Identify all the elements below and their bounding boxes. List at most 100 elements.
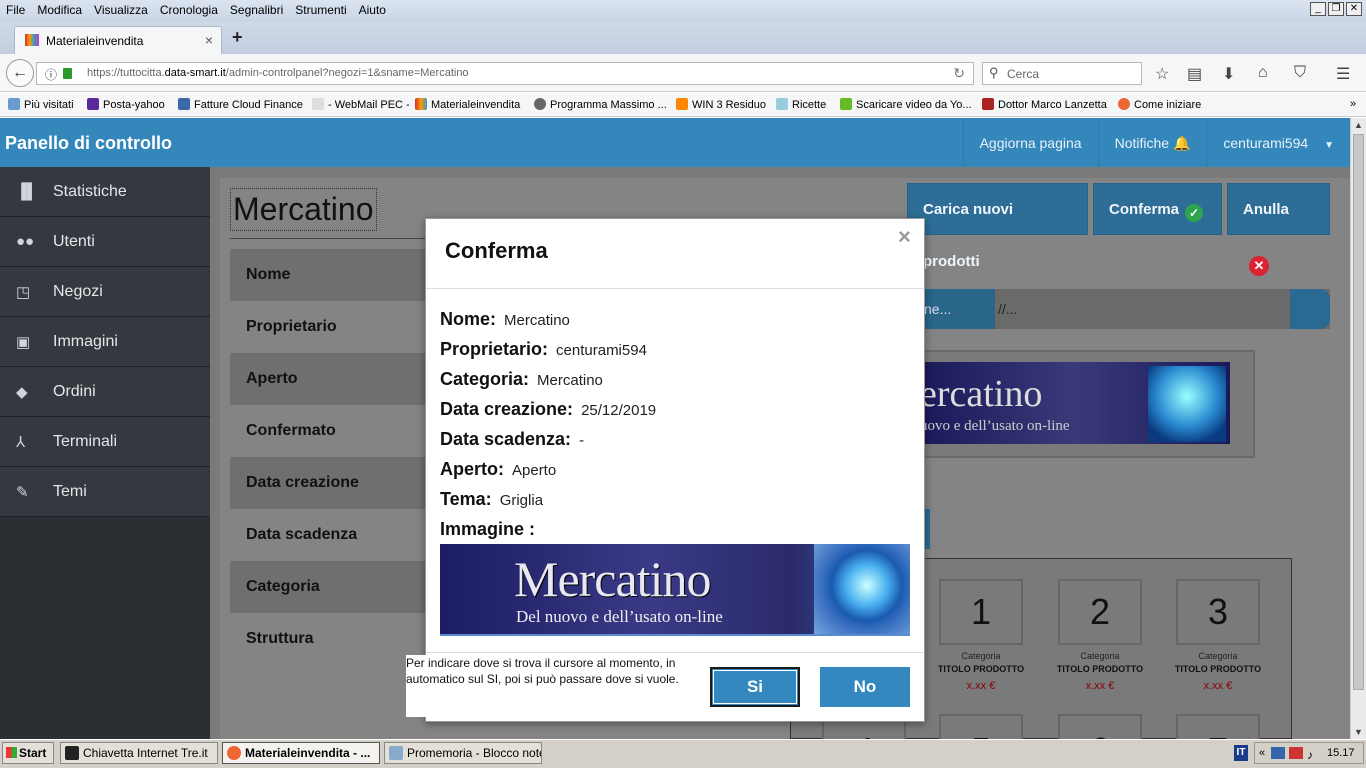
language-indicator[interactable]: IT [1234, 745, 1248, 761]
bell-icon: 🔔 [1172, 135, 1191, 151]
menu-segnalibri[interactable]: Segnalibri [224, 0, 289, 17]
download-icon[interactable]: ⬇ [1222, 64, 1235, 84]
menu-aiuto[interactable]: Aiuto [353, 0, 392, 17]
bookmark-star-icon[interactable]: ☆ [1155, 64, 1169, 84]
grid-price: x.xx € [966, 680, 996, 692]
globe-hand-icon [814, 544, 910, 634]
url-bar[interactable]: ⓘ https://tuttocitta.data-smart.it/admin… [36, 62, 974, 85]
restore-icon[interactable]: ❐ [1328, 2, 1344, 16]
taskbar-item[interactable]: Chiavetta Internet Tre.it [60, 742, 218, 764]
sidebar-item-temi[interactable]: ✎ Temi [0, 467, 210, 517]
cancel-button[interactable]: Anulla ✕ [1227, 183, 1330, 276]
field-label: Aperto [230, 353, 430, 405]
user-menu[interactable]: centurami594 ▼ [1206, 118, 1350, 167]
users-icon: ●● [16, 233, 35, 250]
sidebar-item-immagini[interactable]: ▣ Immagini [0, 317, 210, 367]
notifications-label: Notifiche [1114, 135, 1170, 151]
sidebar-item-label: Terminali [53, 433, 118, 450]
notepad-icon [389, 746, 403, 760]
menu-cronologia[interactable]: Cronologia [154, 0, 224, 17]
menu-strumenti[interactable]: Strumenti [289, 0, 352, 17]
volume-icon[interactable]: ♪ [1307, 745, 1313, 765]
new-tab-button[interactable]: + [232, 27, 243, 48]
grid-price: x.xx € [1085, 680, 1115, 692]
bookmark-item[interactable]: Fatture Cloud Finance [178, 98, 303, 111]
no-button[interactable]: No [820, 667, 910, 707]
modal-row-data-creazione: Data creazione: 25/12/2019 [440, 399, 657, 419]
tre-app-icon [65, 746, 79, 760]
menu-file[interactable]: File [0, 0, 31, 17]
field-label: Categoria [230, 561, 430, 613]
sidebar-item-label: Negozi [53, 283, 103, 300]
sidebar: ▐▌ Statistiche ●● Utenti ◳ Negozi ▣ Immagini… [0, 167, 210, 739]
bookmark-item[interactable]: Dottor Marco Lanzetta [982, 98, 1107, 111]
sidebar-item-statistiche[interactable]: ▐▌ Statistiche [0, 167, 210, 217]
grid-category: Categoria [961, 651, 1001, 661]
tab-close-icon[interactable]: × [205, 32, 213, 48]
home-icon[interactable]: ⌂ [1258, 64, 1268, 82]
modal-divider [426, 652, 924, 653]
bookmark-item[interactable]: Materialeinvendita [415, 98, 520, 111]
sidebar-item-negozi[interactable]: ◳ Negozi [0, 267, 210, 317]
grid-cell: 1 [939, 579, 1023, 645]
minimize-icon[interactable]: _ [1310, 2, 1326, 16]
bookmark-item[interactable]: - WebMail PEC - [312, 98, 410, 111]
taskbar-item-active[interactable]: Materialeinvendita - ... [222, 742, 380, 764]
vertical-scrollbar[interactable]: ▲ ▼ [1350, 118, 1366, 739]
yes-button[interactable]: Si [710, 667, 800, 707]
search-input[interactable]: ⚲ Cerca [982, 62, 1142, 85]
bookmark-item[interactable]: Programma Massimo ... [534, 98, 667, 111]
network-icon[interactable] [1271, 747, 1285, 759]
bookmark-item[interactable]: Più visitati [8, 98, 74, 111]
scroll-thumb[interactable] [1353, 134, 1364, 690]
bookmark-item[interactable]: Posta-yahoo [87, 98, 165, 111]
path-button[interactable] [1290, 289, 1330, 329]
browser-tab[interactable]: Materialeinvendita × [14, 26, 222, 54]
reading-list-icon[interactable]: ▤ [1187, 64, 1202, 84]
bookmark-item[interactable]: Come iniziare [1118, 98, 1201, 111]
bookmark-item[interactable]: Scaricare video da Yo... [840, 98, 972, 111]
start-button[interactable]: Start [2, 742, 54, 764]
menu-modifica[interactable]: Modifica [31, 0, 88, 17]
menu-visualizza[interactable]: Visualizza [88, 0, 154, 17]
path-segment[interactable]: ne... [920, 289, 995, 329]
upload-products-button[interactable]: Carica nuovi prodotti [907, 183, 1088, 270]
close-icon[interactable]: × [898, 224, 911, 250]
taskbar-item[interactable]: Promemoria - Blocco note [384, 742, 542, 764]
scroll-down-icon[interactable]: ▼ [1354, 727, 1363, 737]
clock[interactable]: 15.17 [1327, 743, 1355, 763]
back-arrow-icon[interactable]: ← [6, 59, 34, 87]
bar-chart-icon: ▐▌ [16, 183, 38, 200]
reload-icon[interactable]: ↻ [953, 65, 965, 82]
confirm-button[interactable]: Conferma ✓ [1093, 183, 1222, 235]
pocket-icon[interactable]: ⛉ [1294, 64, 1306, 82]
lock-icon [63, 68, 72, 79]
caret-down-icon: ▼ [1324, 140, 1334, 151]
sidebar-item-utenti[interactable]: ●● Utenti [0, 217, 210, 267]
tre-tray-icon[interactable] [1289, 747, 1303, 759]
field-label: Data scadenza [246, 526, 358, 543]
bookmark-item[interactable]: Ricette [776, 98, 826, 111]
sidebar-item-ordini[interactable]: ◆ Ordini [0, 367, 210, 417]
header-actions: Aggiorna pagina Notifiche 🔔 centurami594… [962, 118, 1350, 167]
refresh-page-link[interactable]: Aggiorna pagina [962, 118, 1098, 167]
close-window-icon[interactable]: ✕ [1346, 2, 1362, 16]
window-controls: _ ❐ ✕ [1310, 2, 1362, 16]
tray-expand-icon[interactable]: « [1259, 743, 1265, 763]
modal-title: Conferma [445, 238, 548, 263]
bookmarks-overflow-icon[interactable]: » [1350, 98, 1356, 110]
modal-row-categoria: Categoria: Mercatino [440, 369, 603, 389]
sidebar-item-label: Immagini [53, 333, 118, 350]
hamburger-menu-icon[interactable]: ☰ [1336, 64, 1350, 84]
field-label: Confermato [246, 422, 336, 439]
info-icon[interactable]: ⓘ [45, 66, 57, 83]
app-brand[interactable]: Panello di controllo [5, 133, 172, 154]
brush-icon: ✎ [16, 484, 29, 501]
search-icon: ⚲ [989, 65, 999, 80]
notifications-link[interactable]: Notifiche 🔔 [1097, 118, 1207, 167]
bookmark-item[interactable]: WIN 3 Residuo [676, 98, 766, 111]
sidebar-item-terminali[interactable]: ⅄ Terminali [0, 417, 210, 467]
modal-row-proprietario: Proprietario: centurami594 [440, 339, 647, 359]
scroll-up-icon[interactable]: ▲ [1354, 120, 1363, 130]
start-label: Start [19, 746, 47, 760]
